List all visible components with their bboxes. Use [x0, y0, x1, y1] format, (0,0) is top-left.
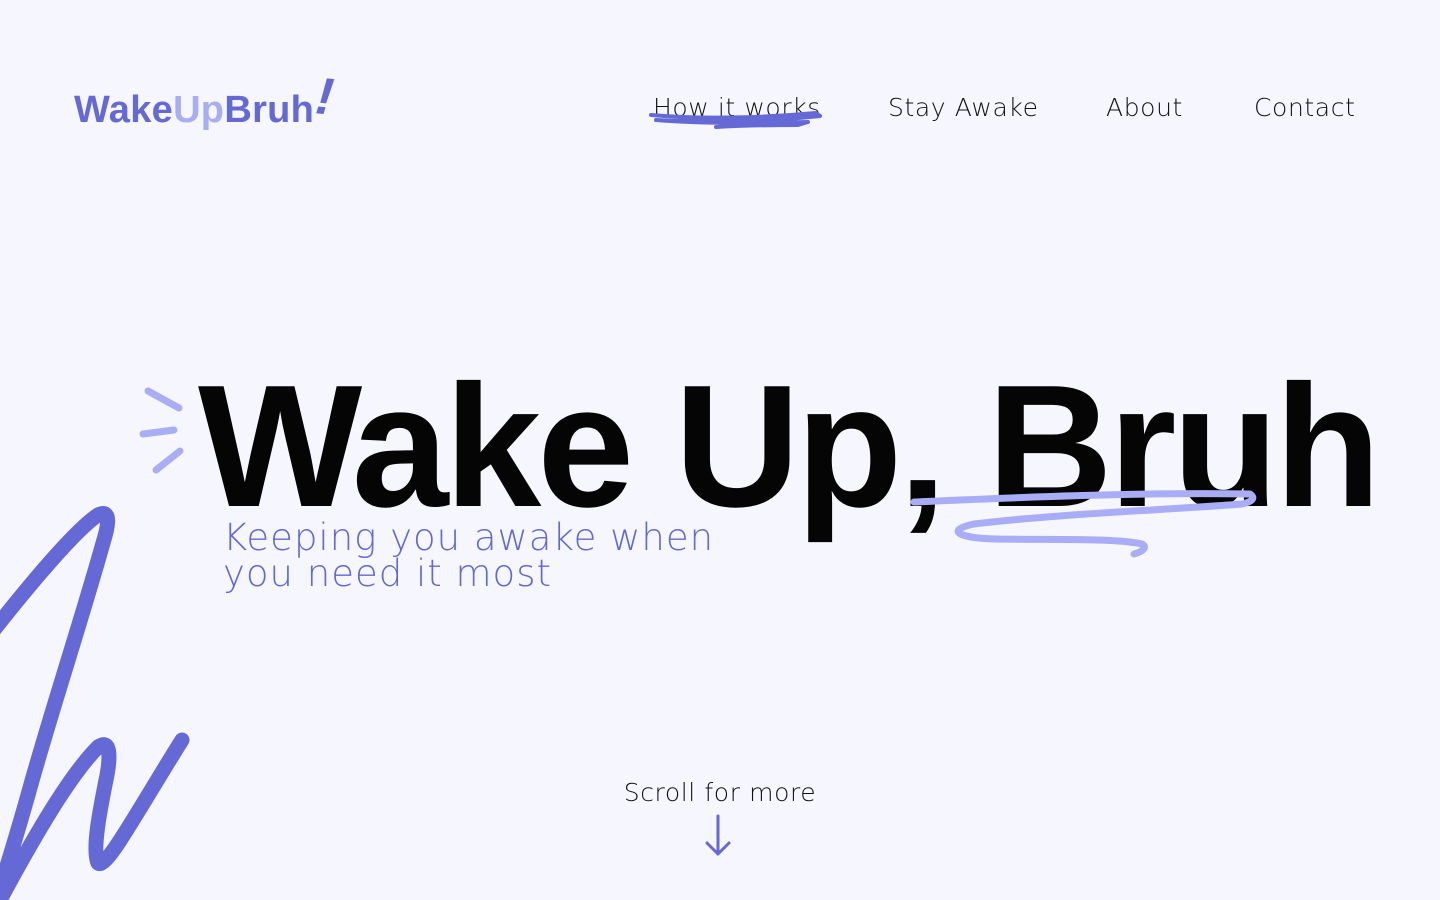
nav-link-stay-awake[interactable]: Stay Awake	[888, 90, 1039, 126]
logo-exclamation: !	[313, 67, 337, 127]
logo-text-bruh: Bruh	[224, 89, 315, 131]
logo-text-wake: Wake	[74, 89, 174, 131]
hero-title: Wake Up, Bruh	[198, 348, 1381, 543]
burst-lines-icon	[139, 387, 184, 474]
scroll-for-more-link[interactable]: Scroll for more	[600, 775, 840, 811]
brand-logo[interactable]: WakeUpBruh!	[74, 67, 337, 140]
nav-link-about[interactable]: About	[1106, 90, 1183, 126]
arrow-down-icon[interactable]	[704, 812, 732, 860]
nav-link-how-it-works[interactable]: How it works	[653, 90, 821, 126]
nav-link-contact[interactable]: Contact	[1254, 90, 1355, 126]
hero-subtitle: Keeping you awake when you need it most	[223, 516, 715, 595]
scribble-icon	[0, 506, 190, 900]
logo-text-up: Up	[173, 89, 225, 131]
